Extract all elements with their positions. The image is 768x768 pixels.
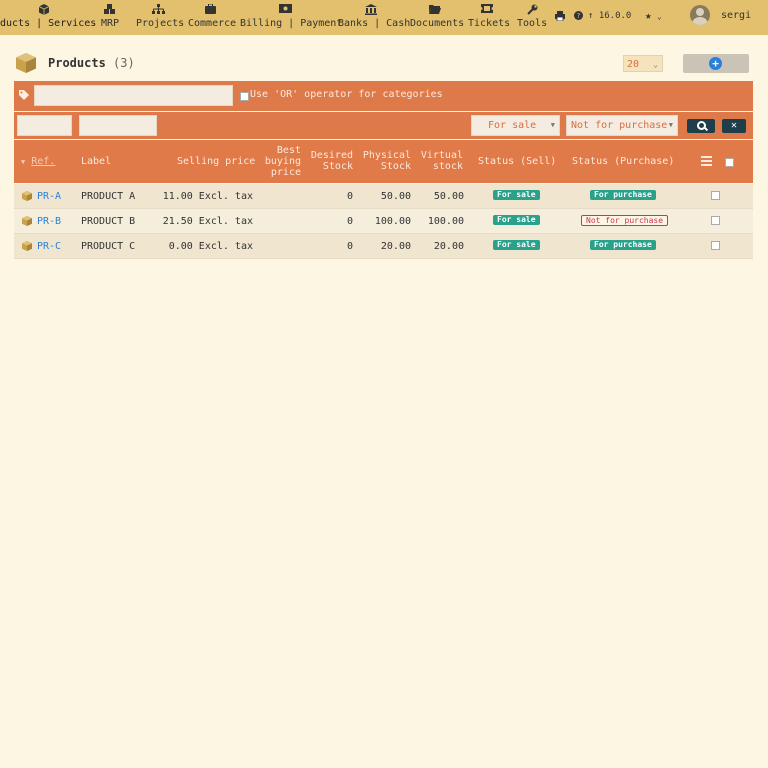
column-filter-bar: For sale ▼ Not for purchase ▼ ✕ xyxy=(14,112,753,139)
menu-documents[interactable]: Documents xyxy=(410,0,464,35)
selling-price: 21.50 Excl. tax xyxy=(162,216,253,227)
caret-down-icon: ▼ xyxy=(550,121,555,129)
ticket-icon xyxy=(468,4,506,17)
menu-tickets[interactable]: Tickets xyxy=(468,0,510,35)
version-info[interactable]: ↑ 16.0.0 xyxy=(588,0,631,35)
product-ref-link[interactable]: PR-C xyxy=(37,241,61,252)
row-select-checkbox[interactable] xyxy=(711,241,720,250)
wrench-icon xyxy=(517,4,547,17)
or-operator-checkbox[interactable] xyxy=(240,92,249,101)
page-size-select[interactable]: 20 ⌄ xyxy=(623,55,663,72)
desired-stock-header[interactable]: Desired Stock xyxy=(310,150,353,172)
menu-tools[interactable]: Tools xyxy=(517,0,547,35)
product-label: PRODUCT A xyxy=(81,191,136,202)
status-sell-badge: For sale xyxy=(493,215,540,225)
product-ref-link[interactable]: PR-B xyxy=(37,216,61,227)
product-label: PRODUCT B xyxy=(81,216,136,227)
table-row: PR-A PRODUCT A 11.00 Excl. tax 0 50.00 50.00 F… xyxy=(14,184,753,209)
clear-filter-button[interactable]: ✕ xyxy=(722,119,746,133)
top-menu-bar: ducts | Services MRP Projects Commerce B… xyxy=(0,0,768,35)
product-cube-icon xyxy=(22,216,32,226)
money-bill-icon xyxy=(240,4,330,17)
desired-stock: 0 xyxy=(346,191,353,202)
row-select-checkbox[interactable] xyxy=(711,216,720,225)
selling-price: 0.00 Excl. tax xyxy=(168,241,253,252)
table-row: PR-C PRODUCT C 0.00 Excl. tax 0 20.00 20.00 Fo… xyxy=(14,234,753,259)
select-all-checkbox[interactable] xyxy=(725,158,734,167)
product-cube-icon xyxy=(22,241,32,251)
bank-icon xyxy=(338,4,404,17)
star-icon: ★ xyxy=(645,9,652,22)
virtual-stock: 100.00 xyxy=(427,216,464,227)
label-filter-input[interactable] xyxy=(79,115,157,136)
new-product-button[interactable]: + xyxy=(683,54,749,73)
buy-status-filter[interactable]: Not for purchase ▼ xyxy=(566,115,678,136)
selling-price: 11.00 Excl. tax xyxy=(162,191,253,202)
physical-stock: 100.00 xyxy=(374,216,411,227)
caret-down-icon: ▼ xyxy=(21,158,26,166)
physical-stock: 20.00 xyxy=(380,241,411,252)
desired-stock: 0 xyxy=(346,241,353,252)
cube-icon xyxy=(0,4,88,17)
physical-stock: 50.00 xyxy=(380,191,411,202)
physical-stock-header[interactable]: Physical Stock xyxy=(362,150,411,172)
table-header: ▼ Ref. Label Selling price Best buying p… xyxy=(14,140,753,183)
product-ref-link[interactable]: PR-A xyxy=(37,191,61,202)
chevron-down-icon: ⌄ xyxy=(657,12,662,21)
folder-open-icon xyxy=(410,4,460,17)
briefcase-icon xyxy=(188,3,232,17)
print-icon[interactable] xyxy=(555,0,565,35)
cubes-icon xyxy=(95,4,125,17)
bookmarks-menu[interactable]: ★ ⌄ xyxy=(645,0,662,35)
best-buying-price-header[interactable]: Best buying price xyxy=(259,145,301,178)
row-select-checkbox[interactable] xyxy=(711,191,720,200)
search-button[interactable] xyxy=(687,119,715,133)
label-header[interactable]: Label xyxy=(81,156,111,167)
menu-billing-payment[interactable]: Billing | Payment xyxy=(240,0,342,35)
avatar[interactable] xyxy=(690,5,710,25)
product-cube-icon xyxy=(15,52,37,74)
sort-ref-header[interactable]: ▼ Ref. xyxy=(21,156,55,168)
virtual-stock: 20.00 xyxy=(433,241,464,252)
virtual-stock: 50.00 xyxy=(433,191,464,202)
selling-price-header[interactable]: Selling price xyxy=(177,156,255,167)
status-sell-badge: For sale xyxy=(493,190,540,200)
svg-text:?: ? xyxy=(577,12,581,20)
status-purchase-badge: Not for purchase xyxy=(581,215,669,226)
product-label: PRODUCT C xyxy=(81,241,136,252)
category-filter-bar: Use 'OR' operator for categories xyxy=(14,81,753,111)
category-select-input[interactable] xyxy=(34,85,233,106)
product-cube-icon xyxy=(22,191,32,201)
page-title: Products (3) xyxy=(48,56,135,70)
sell-status-filter[interactable]: For sale ▼ xyxy=(471,115,560,136)
record-count: (3) xyxy=(113,56,135,70)
user-name[interactable]: sergi xyxy=(721,0,751,35)
chevron-down-icon: ⌄ xyxy=(653,60,658,69)
virtual-stock-header[interactable]: Virtual stock xyxy=(419,150,463,172)
desired-stock: 0 xyxy=(346,216,353,227)
status-purchase-badge: For purchase xyxy=(590,190,656,200)
plus-circle-icon: + xyxy=(709,57,722,70)
menu-products-services[interactable]: ducts | Services xyxy=(0,0,96,35)
menu-projects[interactable]: Projects xyxy=(136,0,184,35)
or-operator-label: Use 'OR' operator for categories xyxy=(250,89,443,100)
caret-down-icon: ▼ xyxy=(668,121,673,129)
help-icon[interactable]: ? xyxy=(574,0,583,35)
status-purchase-badge: For purchase xyxy=(590,240,656,250)
menu-commerce[interactable]: Commerce xyxy=(188,0,236,35)
status-purchase-header[interactable]: Status (Purchase) xyxy=(572,156,674,167)
status-sell-badge: For sale xyxy=(493,240,540,250)
ref-filter-input[interactable] xyxy=(17,115,72,136)
menu-mrp[interactable]: MRP xyxy=(95,0,125,35)
table-row: PR-B PRODUCT B 21.50 Excl. tax 0 100.00 100.0… xyxy=(14,209,753,234)
column-selector-icon[interactable] xyxy=(701,156,712,166)
sitemap-icon xyxy=(136,4,180,17)
info-icon: ↑ xyxy=(588,11,594,21)
status-sell-header[interactable]: Status (Sell) xyxy=(478,156,556,167)
menu-banks-cash[interactable]: Banks | Cash xyxy=(338,0,410,35)
tag-icon xyxy=(19,90,29,100)
